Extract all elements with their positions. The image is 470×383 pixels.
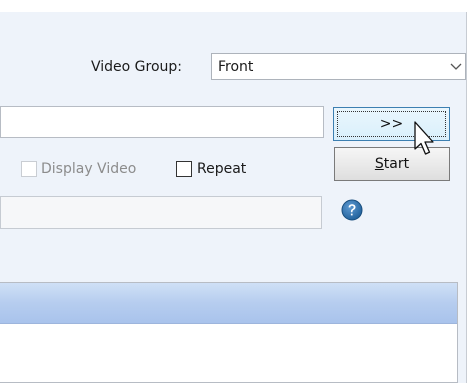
display-video-checkbox[interactable] — [21, 161, 37, 177]
video-playback-window: Video Group: Front >> Start Display Vide… — [0, 0, 470, 383]
video-group-dropdown[interactable]: Front — [211, 53, 466, 80]
chevron-down-icon[interactable] — [449, 57, 463, 75]
file-path-input[interactable] — [0, 106, 324, 138]
video-group-label: Video Group: — [91, 59, 183, 75]
repeat-label: Repeat — [197, 161, 247, 177]
window-top-strip — [0, 0, 470, 12]
video-group-selected-value: Front — [218, 59, 254, 75]
video-list-header — [0, 283, 457, 324]
repeat-checkbox[interactable] — [176, 161, 192, 177]
start-button-mnemonic: S — [374, 156, 384, 172]
video-list[interactable] — [0, 282, 458, 383]
start-button-label-rest: tart — [383, 156, 410, 172]
mouse-cursor-icon — [412, 120, 438, 160]
display-video-label: Display Video — [41, 161, 137, 177]
help-icon[interactable] — [341, 199, 363, 221]
status-field — [0, 196, 322, 229]
